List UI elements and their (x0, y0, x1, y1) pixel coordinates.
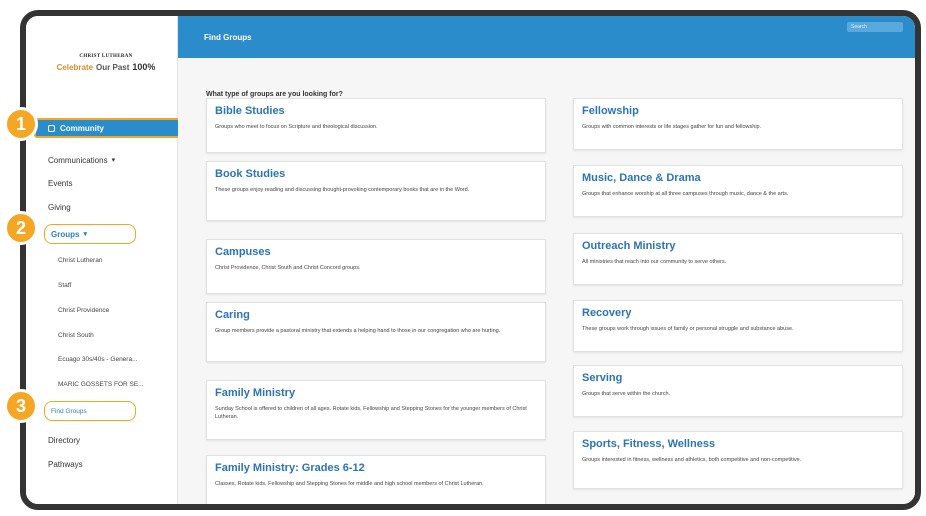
sidebar-item-groups[interactable]: Groups ▾ (44, 224, 136, 244)
sidebar-item-label: Community (60, 123, 104, 133)
group-card-family-ministry[interactable]: Family Ministry Sunday School is offered… (206, 380, 546, 440)
logo-title: CHRIST LUTHERAN (79, 54, 133, 59)
step-badge-1: 1 (4, 107, 38, 141)
card-description: Groups that serve within the church. (582, 391, 671, 397)
sidebar-item-label: MARIC GOSSETS FOR SE... (58, 380, 144, 388)
chevron-down-icon: ▾ (83, 231, 87, 238)
screenshot-frame: CHRIST LUTHERAN Celebrate Our Past 100% … (20, 10, 921, 510)
card-description: Christ Providence, Christ South and Chri… (215, 265, 361, 271)
logo-word-b: Our Past (96, 62, 130, 72)
group-type-question: What type of groups are you looking for? (206, 91, 343, 98)
sidebar-item-find-groups[interactable]: Find Groups (44, 401, 136, 421)
card-title[interactable]: Outreach Ministry (582, 240, 894, 253)
sidebar-item-label: Groups (51, 229, 80, 239)
card-description: These groups enjoy reading and discussin… (215, 187, 470, 193)
card-description: Groups who meet to focus on Scripture an… (215, 124, 378, 130)
sidebar-item-label: Giving (48, 202, 71, 212)
card-description: Groups that enhance worship at all three… (582, 191, 789, 197)
card-description: Group members provide a pastoral ministr… (215, 328, 501, 334)
sidebar: CHRIST LUTHERAN Celebrate Our Past 100% … (26, 16, 182, 504)
sidebar-subitem-group-6[interactable]: MARIC GOSSETS FOR SE... (26, 374, 178, 394)
sidebar-item-pathways[interactable]: Pathways (26, 454, 178, 474)
card-description: Groups with common interests or life sta… (582, 124, 762, 130)
sidebar-item-giving[interactable]: Giving (26, 197, 178, 217)
sidebar-item-label: Christ South (58, 331, 94, 339)
top-bar: Find Groups Search (178, 16, 915, 58)
sidebar-item-label: Staff (58, 281, 72, 289)
card-title[interactable]: Sports, Fitness, Wellness (582, 438, 894, 451)
card-title[interactable]: Book Studies (215, 168, 537, 181)
card-title[interactable]: Caring (215, 309, 537, 322)
sidebar-item-community[interactable]: Community (34, 118, 182, 138)
card-title[interactable]: Fellowship (582, 105, 894, 118)
card-title[interactable]: Bible Studies (215, 105, 537, 118)
group-card-serving[interactable]: Serving Groups that serve within the chu… (573, 365, 903, 417)
card-title[interactable]: Music, Dance & Drama (582, 172, 894, 185)
chevron-down-icon: ▾ (111, 157, 116, 164)
card-description: Sunday School is offered to children of … (215, 406, 527, 420)
card-title[interactable]: Serving (582, 372, 894, 385)
sidebar-subitem-group-5[interactable]: Ecuago 30s/40s - Genera... (26, 349, 178, 369)
group-card-family-ministry-grades[interactable]: Family Ministry: Grades 6-12 Classes, Ro… (206, 455, 546, 504)
logo-percent: 100% (132, 62, 156, 72)
sidebar-subitem-staff[interactable]: Staff (26, 275, 178, 295)
sidebar-item-label: Pathways (48, 459, 83, 469)
sidebar-subitem-christ-providence[interactable]: Christ Providence (26, 300, 178, 320)
group-card-recovery[interactable]: Recovery These groups work through issue… (573, 300, 903, 352)
card-description: All ministries that reach into our commu… (582, 259, 727, 265)
sidebar-item-events[interactable]: Events (26, 173, 178, 193)
group-card-caring[interactable]: Caring Group members provide a pastoral … (206, 302, 546, 362)
sidebar-item-label: Christ Providence (58, 306, 110, 314)
church-logo[interactable]: CHRIST LUTHERAN Celebrate Our Past 100% (52, 54, 160, 80)
sidebar-item-communications[interactable]: Communications ▾ (26, 150, 178, 170)
group-card-fellowship[interactable]: Fellowship Groups with common interests … (573, 98, 903, 150)
card-title[interactable]: Family Ministry (215, 387, 537, 400)
group-card-sports-fitness-wellness[interactable]: Sports, Fitness, Wellness Groups interes… (573, 431, 903, 489)
sidebar-item-label: Find Groups (51, 407, 87, 415)
sidebar-item-label: Events (48, 178, 73, 188)
sidebar-item-label: Communications (48, 155, 108, 165)
group-card-campuses[interactable]: Campuses Christ Providence, Christ South… (206, 239, 546, 294)
card-description: Groups interested in fitness, wellness a… (582, 457, 802, 463)
sidebar-subitem-christ-lutheran[interactable]: Christ Lutheran (26, 250, 178, 270)
card-title[interactable]: Family Ministry: Grades 6-12 (215, 462, 537, 475)
page-title: Find Groups (204, 33, 252, 42)
sidebar-item-label: Directory (48, 435, 81, 445)
card-title[interactable]: Campuses (215, 246, 537, 259)
logo-word-a: Celebrate (56, 62, 94, 72)
group-card-bible-studies[interactable]: Bible Studies Groups who meet to focus o… (206, 98, 546, 153)
card-title[interactable]: Recovery (582, 307, 894, 320)
step-badge-2: 2 (4, 211, 38, 245)
sidebar-subitem-christ-south[interactable]: Christ South (26, 325, 178, 345)
group-card-book-studies[interactable]: Book Studies These groups enjoy reading … (206, 161, 546, 221)
community-icon (48, 124, 55, 132)
group-card-music-dance-drama[interactable]: Music, Dance & Drama Groups that enhance… (573, 165, 903, 217)
search-input[interactable]: Search (847, 22, 903, 32)
sidebar-item-directory[interactable]: Directory (26, 430, 178, 450)
group-card-outreach-ministry[interactable]: Outreach Ministry All ministries that re… (573, 233, 903, 285)
sidebar-item-label: Christ Lutheran (58, 256, 103, 264)
card-description: Classes, Rotate kids, Fellowship and Ste… (215, 481, 484, 487)
card-description: These groups work through issues of fami… (582, 326, 794, 332)
step-badge-3: 3 (4, 389, 38, 423)
main-content: What type of groups are you looking for?… (178, 58, 915, 504)
sidebar-item-label: Ecuago 30s/40s - Genera... (58, 355, 138, 363)
